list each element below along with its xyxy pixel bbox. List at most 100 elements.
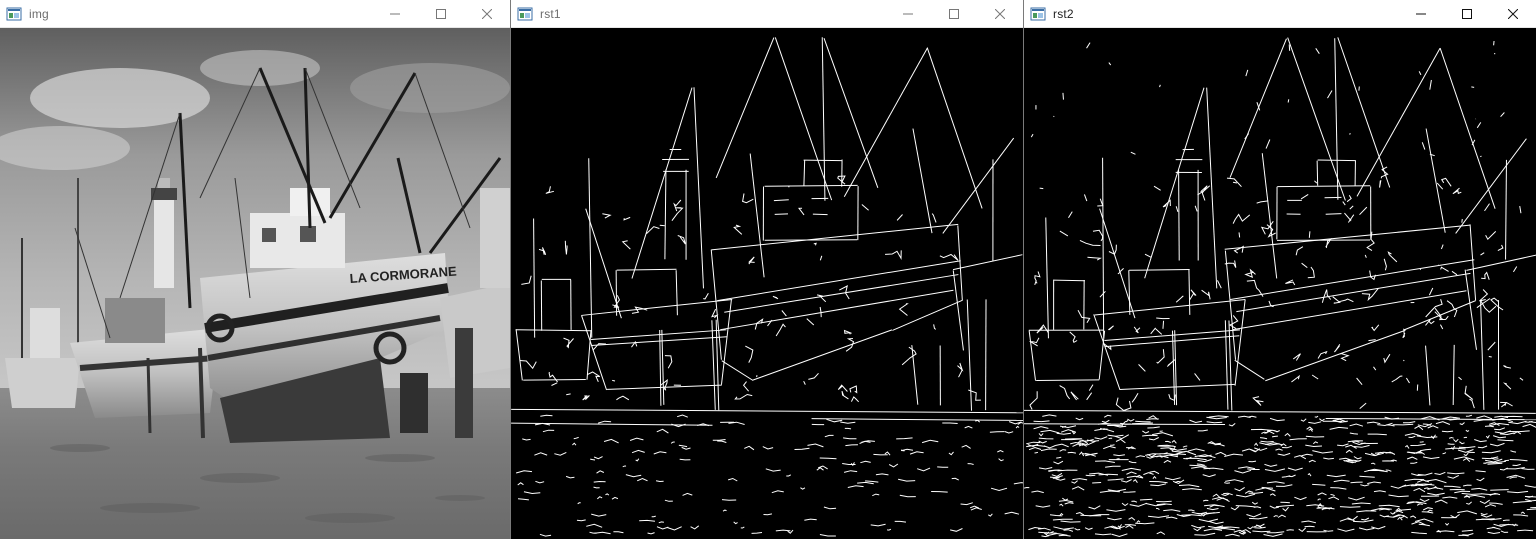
edge-speckle	[1198, 518, 1219, 523]
image-canvas-rst2	[1024, 28, 1536, 539]
edge-speckle	[1435, 421, 1451, 425]
edge-segment	[1224, 320, 1229, 410]
edge-speckle	[1471, 86, 1475, 88]
edge-speckle	[1301, 520, 1317, 524]
edge-speckle	[1367, 433, 1387, 436]
edge-fragment	[1342, 201, 1346, 206]
edge-speckle	[1106, 509, 1126, 512]
edge-speckle	[1330, 487, 1347, 490]
edge-speckle	[1402, 421, 1416, 424]
edge-speckle	[1373, 490, 1386, 493]
edge-segment	[926, 47, 983, 209]
edge-segment	[1234, 359, 1265, 380]
window-img[interactable]: img LA CORMORANE	[0, 0, 510, 539]
edge-speckle	[728, 421, 745, 425]
edge-fragment	[1359, 402, 1367, 409]
edge-speckle	[870, 523, 886, 527]
edge-speckle	[1265, 139, 1271, 149]
edge-fragment	[1200, 185, 1208, 201]
edge-speckle	[875, 473, 889, 476]
title-bar[interactable]: rst2	[1024, 0, 1536, 28]
edge-speckle	[1410, 461, 1418, 464]
edge-fragment	[1028, 337, 1040, 347]
edge-fragment	[519, 360, 537, 370]
edge-speckle	[1476, 415, 1493, 420]
edge-segment	[1206, 87, 1218, 289]
edge-speckle	[1442, 452, 1447, 455]
maximize-button[interactable]	[1444, 0, 1490, 28]
edge-speckle	[1317, 498, 1321, 501]
edge-speckle	[988, 513, 993, 517]
minimize-button[interactable]	[885, 0, 931, 28]
edge-speckle	[896, 437, 913, 440]
edge-speckle	[1414, 425, 1424, 431]
edge-fragment	[1439, 324, 1444, 330]
edge-speckle	[1489, 502, 1503, 505]
minimize-button[interactable]	[1398, 0, 1444, 28]
edge-segment	[515, 329, 523, 381]
edge-speckle	[1520, 511, 1526, 515]
edge-segment	[1265, 329, 1406, 382]
edge-speckle	[1350, 481, 1363, 484]
edge-speckle	[1060, 520, 1081, 523]
edge-speckle	[1241, 448, 1257, 453]
edge-fragment	[1512, 266, 1518, 273]
edge-speckle	[1215, 451, 1227, 456]
edge-speckle	[843, 437, 857, 440]
edge-segment	[717, 260, 961, 302]
window-rst2[interactable]: rst2	[1023, 0, 1536, 539]
edge-fragment	[1238, 232, 1241, 238]
close-icon	[995, 9, 1005, 19]
edge-fragment	[1334, 344, 1341, 353]
edge-speckle	[1445, 447, 1466, 450]
edge-fragment	[1189, 292, 1195, 301]
edge-speckle	[1254, 447, 1268, 451]
edge-speckle	[1509, 459, 1528, 462]
edge-speckle	[1416, 479, 1430, 483]
maximize-button[interactable]	[931, 0, 977, 28]
edge-speckle	[1098, 473, 1118, 476]
edge-fragment	[957, 362, 964, 378]
edge-speckle	[594, 531, 611, 535]
edge-segment	[711, 320, 716, 410]
edge-speckle	[1107, 517, 1122, 521]
close-button[interactable]	[977, 0, 1023, 28]
edge-speckle	[1448, 436, 1454, 439]
edge-speckle	[1499, 467, 1508, 471]
edge-speckle	[1040, 429, 1060, 434]
maximize-icon	[436, 9, 446, 19]
edge-speckle	[1149, 481, 1168, 484]
edge-speckle	[1224, 453, 1244, 457]
edge-fragment	[772, 295, 779, 300]
maximize-button[interactable]	[418, 0, 464, 28]
edge-speckle	[1418, 523, 1430, 527]
edge-speckle	[1485, 434, 1490, 439]
maximize-icon	[1462, 9, 1472, 19]
edge-fragment	[659, 224, 665, 227]
title-bar[interactable]: rst1	[511, 0, 1023, 28]
edge-speckle	[775, 529, 791, 532]
edge-speckle	[1075, 417, 1084, 421]
edge-speckle	[1512, 500, 1532, 504]
close-button[interactable]	[464, 0, 510, 28]
edge-speckle	[1360, 484, 1370, 487]
title-bar[interactable]: img	[0, 0, 510, 28]
edge-speckle	[596, 496, 603, 500]
edge-speckle	[1225, 533, 1240, 537]
window-rst1[interactable]: rst1	[510, 0, 1023, 539]
edge-fragment	[1034, 280, 1038, 286]
edge-speckle	[1127, 418, 1135, 422]
minimize-button[interactable]	[372, 0, 418, 28]
edge-speckle	[1259, 437, 1268, 440]
edge-speckle	[948, 451, 954, 456]
edge-speckle	[1078, 451, 1085, 457]
edge-fragment	[1440, 266, 1449, 272]
edge-speckle	[1444, 522, 1450, 526]
edge-fragment	[1138, 364, 1146, 372]
edge-speckle	[967, 463, 974, 465]
edge-fragment	[808, 372, 819, 380]
edge-speckle	[1030, 133, 1034, 138]
close-button[interactable]	[1490, 0, 1536, 28]
edge-speckle	[1300, 418, 1307, 422]
edge-speckle	[950, 528, 963, 532]
